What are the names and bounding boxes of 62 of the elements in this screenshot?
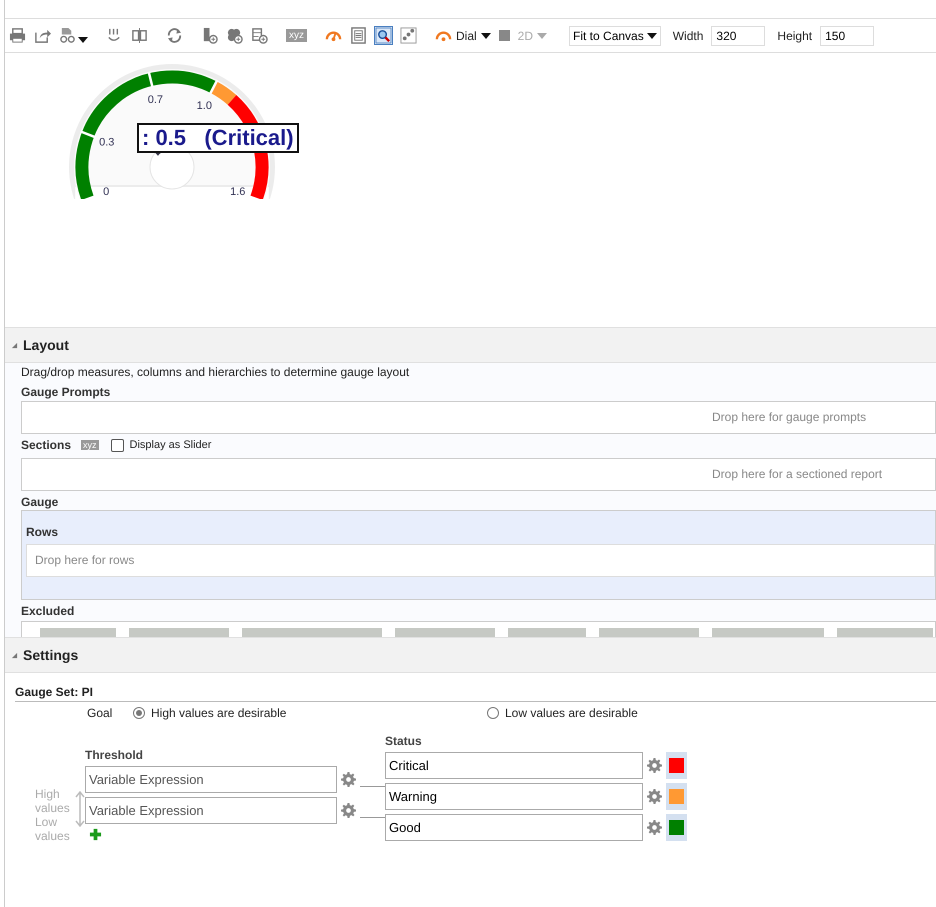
settings-icon[interactable] bbox=[647, 820, 662, 835]
layout-hint: Drag/drop measures, columns and hierarchies to determine gauge layout bbox=[21, 364, 410, 381]
goal-radio[interactable] bbox=[487, 707, 499, 719]
status-field[interactable]: Good bbox=[385, 814, 643, 841]
goal-label: Goal bbox=[87, 706, 114, 720]
goal-option-label: Low values are desirable bbox=[505, 706, 638, 720]
fit-select[interactable]: Fit to Canvas bbox=[569, 26, 661, 46]
status-field[interactable]: Warning bbox=[385, 783, 643, 810]
color-swatch[interactable] bbox=[669, 758, 684, 773]
status-heading: Status bbox=[385, 734, 423, 750]
goal-radio[interactable] bbox=[133, 707, 145, 719]
threshold-field[interactable]: Variable Expression bbox=[85, 797, 337, 824]
prompts-label: Gauge Prompts bbox=[21, 385, 112, 399]
color-swatch[interactable] bbox=[669, 820, 684, 835]
width-field[interactable]: 320 bbox=[711, 26, 766, 46]
excluded-label: Excluded bbox=[21, 604, 76, 618]
caret-icon bbox=[646, 32, 657, 40]
chart-type-dropdown[interactable]: Dial bbox=[435, 27, 491, 44]
gauge-set-title: Gauge Set: PI bbox=[15, 685, 936, 702]
value-tooltip: : 0.5 (Critical) bbox=[137, 123, 299, 153]
scatter-icon[interactable] bbox=[400, 27, 417, 44]
add-rows-icon[interactable] bbox=[201, 27, 218, 44]
frame-icon[interactable] bbox=[350, 27, 367, 44]
collapse-icon[interactable] bbox=[11, 342, 18, 348]
high-values-label: High values bbox=[35, 787, 71, 815]
add-icon[interactable] bbox=[89, 828, 102, 841]
caret-icon[interactable] bbox=[78, 36, 88, 44]
slider-checkbox[interactable] bbox=[110, 438, 124, 452]
settings-icon[interactable] bbox=[341, 772, 356, 787]
slider-checkbox-label: Display as Slider bbox=[130, 439, 212, 451]
columns-icon[interactable] bbox=[131, 27, 148, 44]
settings-heading: Settings bbox=[23, 647, 78, 663]
caret-icon bbox=[480, 32, 491, 40]
up-down-arrow-icon bbox=[75, 791, 85, 827]
refresh-icon[interactable] bbox=[166, 27, 183, 44]
height-label: Height bbox=[777, 28, 812, 42]
print-icon[interactable] bbox=[9, 27, 26, 44]
width-label: Width bbox=[672, 28, 704, 42]
collapse-icon[interactable] bbox=[11, 652, 18, 658]
settings-icon[interactable] bbox=[341, 803, 356, 818]
threshold-field[interactable]: Variable Expression bbox=[85, 766, 337, 793]
rows-drop-zone[interactable]: Drop here for rows bbox=[26, 544, 935, 577]
prompts-drop-zone[interactable]: Drop here for gauge prompts bbox=[21, 401, 936, 434]
add-table-icon[interactable] bbox=[251, 27, 268, 44]
rows-label: Rows bbox=[26, 525, 60, 539]
settings-icon[interactable] bbox=[647, 758, 662, 773]
height-field[interactable]: 150 bbox=[820, 26, 874, 46]
add-group-icon[interactable] bbox=[226, 27, 243, 44]
color-swatch[interactable] bbox=[669, 789, 684, 804]
goal-option-label: High values are desirable bbox=[151, 706, 286, 720]
low-values-label: Low values bbox=[35, 815, 71, 843]
preview-icon[interactable] bbox=[59, 27, 76, 44]
status-field[interactable]: Critical bbox=[385, 752, 643, 779]
export-icon[interactable] bbox=[34, 27, 51, 44]
zoom-icon[interactable] bbox=[375, 27, 392, 44]
threshold-heading: Threshold bbox=[85, 748, 144, 764]
caret-icon bbox=[537, 32, 548, 40]
sections-drop-zone[interactable]: Drop here for a sectioned report bbox=[21, 458, 936, 491]
layout-heading: Layout bbox=[23, 337, 69, 353]
gauge-label: Gauge bbox=[21, 495, 60, 509]
settings-icon[interactable] bbox=[647, 789, 662, 804]
sections-label: Sections bbox=[21, 438, 72, 452]
